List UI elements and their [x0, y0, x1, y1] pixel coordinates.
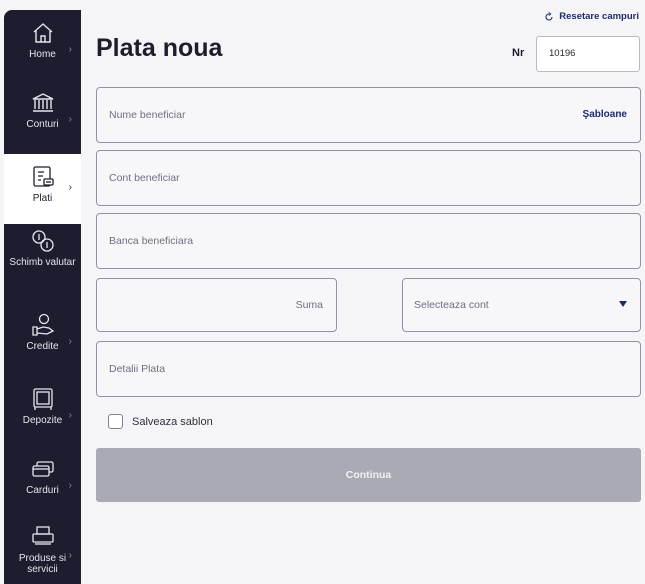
sidebar-item-label: Depozite	[22, 415, 63, 426]
sidebar-item-label: Credite	[26, 341, 59, 352]
payment-details-placeholder: Detalii Plata	[109, 363, 166, 375]
sidebar-item-carduri[interactable]: Carduri ›	[4, 456, 81, 518]
chevron-right-icon: ›	[68, 480, 72, 491]
sidebar-item-credite[interactable]: Credite ›	[4, 312, 81, 374]
nr-label: Nr	[512, 47, 525, 59]
sidebar-item-conturi[interactable]: Conturi ›	[4, 90, 81, 152]
sidebar-item-label: Home	[29, 49, 56, 60]
account-select[interactable]: Selecteaza cont	[402, 278, 641, 332]
chevron-right-icon: ›	[68, 256, 72, 267]
currency-exchange-icon	[30, 228, 56, 254]
nr-field[interactable]: 10196	[536, 36, 640, 72]
page-title: Plata noua	[96, 34, 223, 62]
sidebar-item-label: Plati	[32, 193, 53, 204]
chevron-right-icon: ›	[68, 44, 72, 55]
beneficiary-bank-input[interactable]: Banca beneficiara	[96, 213, 641, 269]
chevron-right-icon: ›	[68, 550, 72, 561]
chevron-right-icon: ›	[68, 336, 72, 347]
sidebar-item-label: Conturi	[26, 119, 59, 130]
safe-icon	[30, 386, 56, 412]
sidebar-item-depozite[interactable]: Depozite ›	[4, 386, 81, 448]
continue-button[interactable]: Continua	[96, 448, 641, 502]
payment-icon	[30, 164, 56, 190]
account-select-placeholder: Selecteaza cont	[414, 299, 489, 311]
refresh-icon	[545, 11, 553, 21]
reset-fields-label: Resetare campuri	[559, 11, 639, 22]
reset-fields-link[interactable]: Resetare campuri	[544, 11, 639, 22]
sidebar-item-label: Produse si servicii	[18, 553, 67, 575]
dropdown-arrow-icon	[619, 301, 627, 307]
sidebar-item-schimb-valutar[interactable]: Schimb valutar ›	[4, 228, 81, 298]
beneficiary-account-placeholder: Cont beneficiar	[109, 172, 180, 184]
save-template-row: Salveaza sablon	[108, 414, 213, 429]
card-icon	[30, 456, 56, 482]
sidebar-item-plati[interactable]: Plati ›	[4, 154, 81, 224]
amount-input[interactable]: Suma	[96, 278, 337, 332]
save-template-label: Salveaza sablon	[132, 415, 213, 428]
home-icon	[30, 20, 56, 46]
continue-label: Continua	[345, 469, 392, 481]
save-template-checkbox[interactable]	[108, 414, 123, 429]
sidebar-item-label: Carduri	[26, 485, 59, 496]
amount-placeholder: Suma	[295, 299, 323, 311]
chevron-right-icon: ›	[68, 182, 72, 193]
sidebar-item-produse-si-servicii[interactable]: Produse si servicii ›	[4, 524, 81, 584]
printer-icon	[30, 524, 56, 550]
beneficiary-name-placeholder: Nume beneficiar	[109, 109, 186, 121]
templates-link[interactable]: Şabloane	[583, 109, 627, 120]
beneficiary-account-input[interactable]: Cont beneficiar	[96, 150, 641, 206]
beneficiary-bank-placeholder: Banca beneficiara	[109, 235, 194, 247]
beneficiary-name-input[interactable]: Nume beneficiar Şabloane	[96, 87, 641, 143]
nr-value: 10196	[549, 48, 576, 59]
chevron-right-icon: ›	[68, 410, 72, 421]
sidebar-item-home[interactable]: Home ›	[4, 20, 81, 82]
chevron-right-icon: ›	[68, 114, 72, 125]
sidebar: Home › Conturi › Plati › Schimb valutar …	[4, 10, 81, 584]
sidebar-item-label: Schimb valutar	[9, 257, 76, 268]
bank-icon	[30, 90, 56, 116]
credit-icon	[30, 312, 56, 338]
payment-details-input[interactable]: Detalii Plata	[96, 341, 641, 397]
